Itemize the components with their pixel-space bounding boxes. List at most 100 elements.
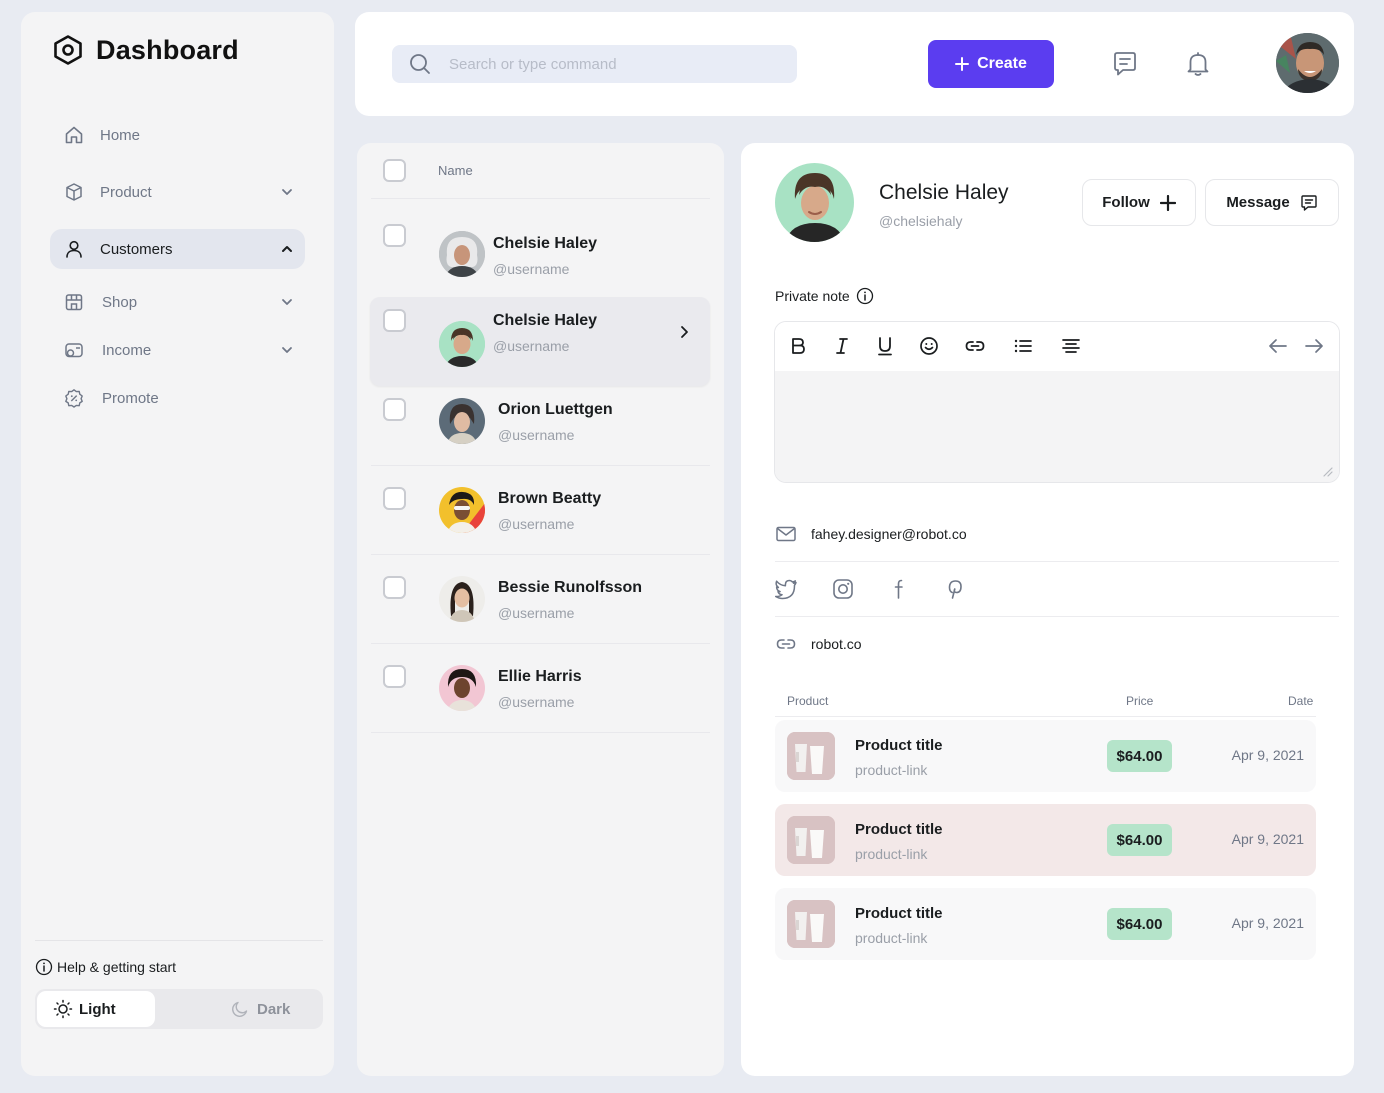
customer-username: @username (493, 261, 570, 277)
price-badge: $64.00 (1107, 740, 1172, 772)
bell-icon[interactable] (1184, 50, 1212, 78)
sidebar-item-shop[interactable]: Shop (50, 282, 305, 322)
customer-username: @username (498, 694, 575, 710)
dark-label: Dark (257, 1000, 291, 1018)
sidebar-item-promote[interactable]: Promote (50, 378, 305, 418)
create-button[interactable]: Create (928, 40, 1054, 88)
info-icon[interactable] (856, 287, 874, 305)
avatar (439, 487, 485, 533)
divider (35, 940, 323, 941)
sidebar-item-customers[interactable]: Customers (50, 229, 305, 269)
table-row[interactable]: Product title product-link $64.00 Apr 9,… (775, 888, 1316, 960)
sidebar-item-home[interactable]: Home (50, 115, 305, 155)
list-item[interactable]: Orion Luettgen @username (370, 376, 710, 465)
customer-username: @username (498, 427, 575, 443)
customer-detail: Chelsie Haley @chelsiehaly Follow Messag… (741, 143, 1354, 1076)
row-checkbox[interactable] (383, 309, 406, 332)
table-row[interactable]: Product title product-link $64.00 Apr 9,… (775, 804, 1316, 876)
search-bar (392, 45, 797, 83)
purchase-date: Apr 9, 2021 (1231, 747, 1304, 763)
list-item[interactable]: Chelsie Haley @username (370, 207, 710, 296)
purchase-date: Apr 9, 2021 (1231, 915, 1304, 931)
align-center-icon[interactable] (1060, 335, 1082, 357)
list-item[interactable]: Brown Beatty @username (370, 465, 710, 554)
messages-icon[interactable] (1111, 50, 1139, 78)
website-row: robot.co (775, 633, 862, 655)
email-value[interactable]: fahey.designer@robot.co (811, 526, 967, 542)
sidebar-item-label: Shop (102, 293, 138, 311)
table-row[interactable]: Product title product-link $64.00 Apr 9,… (775, 720, 1316, 792)
store-icon (65, 294, 83, 311)
row-checkbox[interactable] (383, 224, 406, 247)
mail-icon (776, 526, 796, 542)
product-thumbnail (787, 816, 835, 864)
emoji-icon[interactable] (918, 335, 940, 357)
bold-icon[interactable] (787, 335, 809, 357)
product-title: Product title (855, 737, 943, 754)
product-link[interactable]: product-link (855, 930, 927, 946)
price-badge: $64.00 (1107, 824, 1172, 856)
customer-username: @username (498, 605, 575, 621)
row-checkbox[interactable] (383, 398, 406, 421)
select-all-checkbox[interactable] (383, 159, 406, 182)
logo[interactable]: Dashboard (52, 34, 239, 66)
customer-name: Brown Beatty (498, 490, 602, 507)
undo-arrow-icon[interactable] (1267, 335, 1289, 357)
resize-handle-icon[interactable] (1323, 467, 1333, 477)
divider (775, 616, 1339, 617)
search-icon (410, 54, 430, 74)
private-note-input[interactable] (775, 371, 1339, 482)
underline-icon[interactable] (874, 335, 896, 357)
message-button[interactable]: Message (1205, 179, 1339, 226)
product-image (787, 900, 835, 948)
row-checkbox[interactable] (383, 665, 406, 688)
dark-mode-button[interactable]: Dark (231, 991, 290, 1027)
bullet-list-icon[interactable] (1012, 335, 1034, 357)
theme-switch: Light Dark (35, 989, 323, 1029)
avatar (439, 321, 485, 367)
italic-icon[interactable] (831, 335, 853, 357)
link-icon (776, 639, 796, 649)
search-input[interactable] (449, 45, 779, 83)
customer-name: Ellie Harris (498, 668, 582, 685)
product-thumbnail (787, 900, 835, 948)
instagram-icon[interactable] (831, 577, 855, 601)
list-item-selected[interactable]: Chelsie Haley @username (370, 297, 710, 386)
app-title: Dashboard (96, 34, 239, 65)
twitter-icon[interactable] (774, 577, 798, 601)
sidebar-item-label: Income (102, 341, 152, 359)
product-title: Product title (855, 905, 943, 922)
row-checkbox[interactable] (383, 576, 406, 599)
light-mode-button[interactable]: Light (37, 991, 155, 1027)
help-link[interactable]: Help & getting start (35, 958, 176, 976)
light-label: Light (79, 1000, 116, 1018)
topbar: Create (355, 12, 1354, 116)
link-icon[interactable] (964, 335, 986, 357)
product-link[interactable]: product-link (855, 762, 927, 778)
website-value[interactable]: robot.co (811, 636, 862, 652)
product-title: Product title (855, 821, 943, 838)
sidebar-item-label: Home (100, 126, 141, 144)
list-item[interactable]: Ellie Harris @username (370, 643, 710, 732)
avatar (439, 665, 485, 711)
pinterest-icon[interactable] (943, 577, 967, 601)
purchase-date: Apr 9, 2021 (1231, 831, 1304, 847)
avatar-image (439, 665, 485, 711)
redo-arrow-icon[interactable] (1303, 335, 1325, 357)
chevron-down-icon (282, 299, 292, 305)
profile-avatar (775, 163, 854, 242)
moon-icon (232, 1001, 248, 1017)
logo-icon (54, 35, 82, 65)
help-label: Help & getting start (57, 959, 177, 975)
user-avatar[interactable] (1276, 33, 1339, 93)
facebook-icon[interactable] (887, 577, 911, 601)
product-thumbnail (787, 732, 835, 780)
follow-button[interactable]: Follow (1082, 179, 1196, 226)
list-item[interactable]: Bessie Runolfsson @username (370, 554, 710, 643)
product-link[interactable]: product-link (855, 846, 927, 862)
sidebar-item-product[interactable]: Product (50, 172, 305, 212)
row-checkbox[interactable] (383, 487, 406, 510)
sidebar-item-income[interactable]: Income (50, 330, 305, 370)
private-note-editor (774, 321, 1340, 483)
avatar-image (775, 163, 854, 242)
